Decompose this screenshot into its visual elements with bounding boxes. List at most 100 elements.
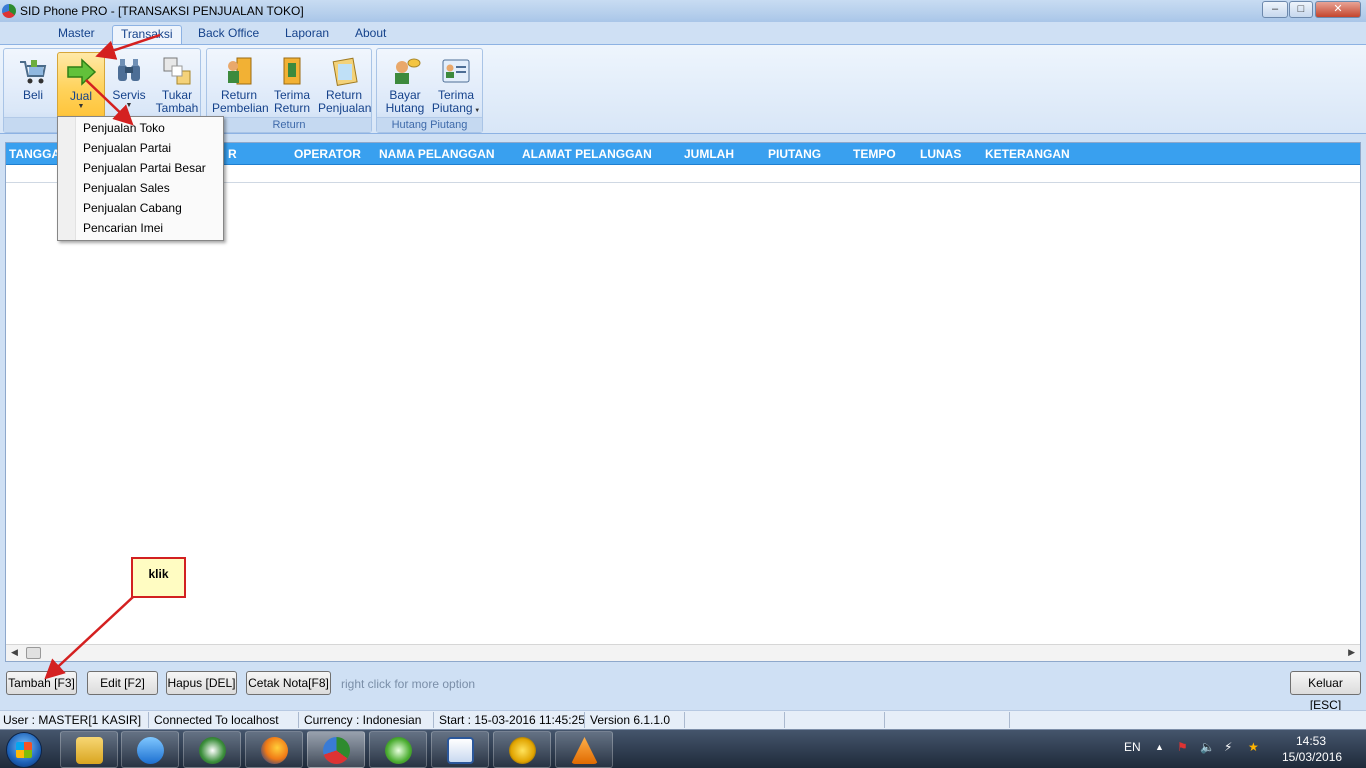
green-arrow-icon xyxy=(67,58,97,86)
taskbar-vlc[interactable] xyxy=(555,731,613,768)
bayar-hutang-button[interactable]: Bayar Hutang xyxy=(381,52,429,118)
status-separator xyxy=(884,712,885,728)
taskbar-firefox[interactable] xyxy=(245,731,303,768)
horizontal-scrollbar[interactable]: ◀ ▶ xyxy=(6,644,1360,661)
status-connection: Connected To localhost xyxy=(154,713,279,727)
status-separator xyxy=(148,712,149,728)
green-app-icon xyxy=(385,737,412,764)
return-penjualan-button[interactable]: Return Penjualan xyxy=(318,52,372,118)
col-tanggal[interactable]: TANGGA xyxy=(9,147,60,161)
col-lunas[interactable]: LUNAS xyxy=(920,147,961,161)
status-separator xyxy=(684,712,685,728)
word-icon xyxy=(447,737,474,764)
folder-icon xyxy=(76,737,103,764)
taskbar-media-center[interactable] xyxy=(183,731,241,768)
return-penjualan-label-2: Penjualan xyxy=(318,101,372,115)
receive-credit-icon xyxy=(442,59,470,83)
status-start: Start : 15-03-2016 11:45:25 xyxy=(439,713,585,727)
network-flag-icon[interactable]: ⚑ xyxy=(1177,740,1188,754)
terima-return-button[interactable]: Terima Return xyxy=(268,52,316,118)
scroll-thumb[interactable] xyxy=(26,647,41,659)
chevron-down-icon: ▼ xyxy=(125,102,133,109)
edit-button[interactable]: Edit [F2] xyxy=(87,671,158,695)
tukar-label-2: Tambah xyxy=(155,101,199,115)
bayar-hutang-label-2: Hutang xyxy=(385,101,425,115)
ribbon-group-hutang-piutang: Hutang Piutang Bayar Hutang Terima Piuta… xyxy=(376,48,483,133)
status-separator xyxy=(584,712,585,728)
bayar-hutang-label-1: Bayar xyxy=(389,88,421,102)
maximize-button[interactable]: □ xyxy=(1289,1,1313,18)
firefox-icon xyxy=(261,737,288,764)
taskbar-explorer[interactable] xyxy=(60,731,118,768)
scroll-left-icon[interactable]: ◀ xyxy=(11,647,18,658)
col-nama-pelanggan[interactable]: NAMA PELANGGAN xyxy=(379,147,495,161)
beli-button[interactable]: Beli xyxy=(9,52,57,118)
cart-icon xyxy=(20,60,47,84)
scroll-right-icon[interactable]: ▶ xyxy=(1348,647,1355,658)
action-center-icon[interactable]: ★ xyxy=(1248,740,1259,754)
status-version: Version 6.1.1.0 xyxy=(590,713,671,727)
app-icon xyxy=(2,4,16,18)
col-alamat-pelanggan[interactable]: ALAMAT PELANGGAN xyxy=(522,147,652,161)
volume-icon[interactable]: 🔈 xyxy=(1200,740,1215,754)
title-bar: SID Phone PRO - [TRANSAKSI PENJUALAN TOK… xyxy=(0,0,1366,22)
cetak-nota-button[interactable]: Cetak Nota[F8] xyxy=(246,671,331,695)
clock-date[interactable]: 15/03/2016 xyxy=(1282,750,1342,764)
servis-button[interactable]: Servis ▼ xyxy=(105,52,153,118)
status-bar: User : MASTER[1 KASIR] Connected To loca… xyxy=(0,710,1366,729)
chevron-down-icon: ▼ xyxy=(472,108,481,114)
close-button[interactable]: ✕ xyxy=(1315,1,1361,18)
menu-item-pencarian-imei[interactable]: Pencarian Imei xyxy=(83,218,163,238)
taskbar-app-green[interactable] xyxy=(369,731,427,768)
menu-item-penjualan-partai[interactable]: Penjualan Partai xyxy=(83,138,171,158)
tab-master[interactable]: Master xyxy=(50,25,103,44)
menu-item-penjualan-sales[interactable]: Penjualan Sales xyxy=(83,178,170,198)
menu-item-penjualan-partai-besar[interactable]: Penjualan Partai Besar xyxy=(83,158,206,178)
terima-piutang-button[interactable]: Terima Piutang ▼ xyxy=(431,52,481,118)
menu-item-penjualan-toko[interactable]: Penjualan Toko xyxy=(83,118,165,138)
annotation-callout: klik xyxy=(131,557,186,598)
windows-logo-icon xyxy=(16,742,32,758)
col-tempo[interactable]: TEMPO xyxy=(853,147,896,161)
status-user: User : MASTER[1 KASIR] xyxy=(3,713,142,727)
taskbar-media-player[interactable] xyxy=(121,731,179,768)
start-button[interactable] xyxy=(6,732,42,768)
taskbar-sid-phone[interactable] xyxy=(307,731,365,768)
tab-laporan[interactable]: Laporan xyxy=(277,25,337,44)
show-hidden-icons-icon[interactable]: ▲ xyxy=(1155,742,1164,752)
taskbar: EN ▲ ⚑ 🔈 ⚡ ★ 14:53 15/03/2016 xyxy=(0,729,1366,768)
return-pembelian-button[interactable]: Return Pembelian xyxy=(212,52,269,118)
tab-about[interactable]: About xyxy=(347,25,394,44)
jual-button[interactable]: Jual ▼ xyxy=(57,52,105,118)
return-pembelian-label-1: Return xyxy=(220,88,258,102)
tambah-button[interactable]: Tambah [F3] xyxy=(6,671,77,695)
tukar-tambah-button[interactable]: Tukar Tambah xyxy=(153,52,201,118)
col-piutang[interactable]: PIUTANG xyxy=(768,147,821,161)
return-penjualan-label-1: Return xyxy=(325,88,363,102)
col-nomor[interactable]: R xyxy=(228,147,237,161)
menu-item-penjualan-cabang[interactable]: Penjualan Cabang xyxy=(83,198,182,218)
tab-back-office[interactable]: Back Office xyxy=(190,25,267,44)
taskbar-word[interactable] xyxy=(431,731,489,768)
tab-transaksi[interactable]: Transaksi xyxy=(112,25,182,44)
minimize-button[interactable]: – xyxy=(1262,1,1288,18)
language-indicator[interactable]: EN xyxy=(1124,740,1141,754)
clock-time[interactable]: 14:53 xyxy=(1296,734,1326,748)
jual-dropdown-menu: Penjualan Toko Penjualan Partai Penjuala… xyxy=(57,116,224,241)
servis-label: Servis xyxy=(112,88,146,102)
col-operator[interactable]: OPERATOR xyxy=(294,147,361,161)
media-center-icon xyxy=(199,737,226,764)
hapus-button[interactable]: Hapus [DEL] xyxy=(166,671,237,695)
col-jumlah[interactable]: JUMLAH xyxy=(684,147,734,161)
status-separator xyxy=(1009,712,1010,728)
beli-label: Beli xyxy=(22,88,43,102)
taskbar-app-triangle[interactable] xyxy=(493,731,551,768)
ribbon-group-label-return: Return xyxy=(207,117,371,132)
triangle-app-icon xyxy=(509,737,536,764)
receive-return-icon xyxy=(283,57,301,85)
power-icon[interactable]: ⚡ xyxy=(1224,740,1232,754)
keluar-button[interactable]: Keluar [ESC] xyxy=(1290,671,1361,712)
status-separator xyxy=(433,712,434,728)
col-keterangan[interactable]: KETERANGAN xyxy=(985,147,1070,161)
return-pembelian-label-2: Pembelian xyxy=(212,101,269,115)
